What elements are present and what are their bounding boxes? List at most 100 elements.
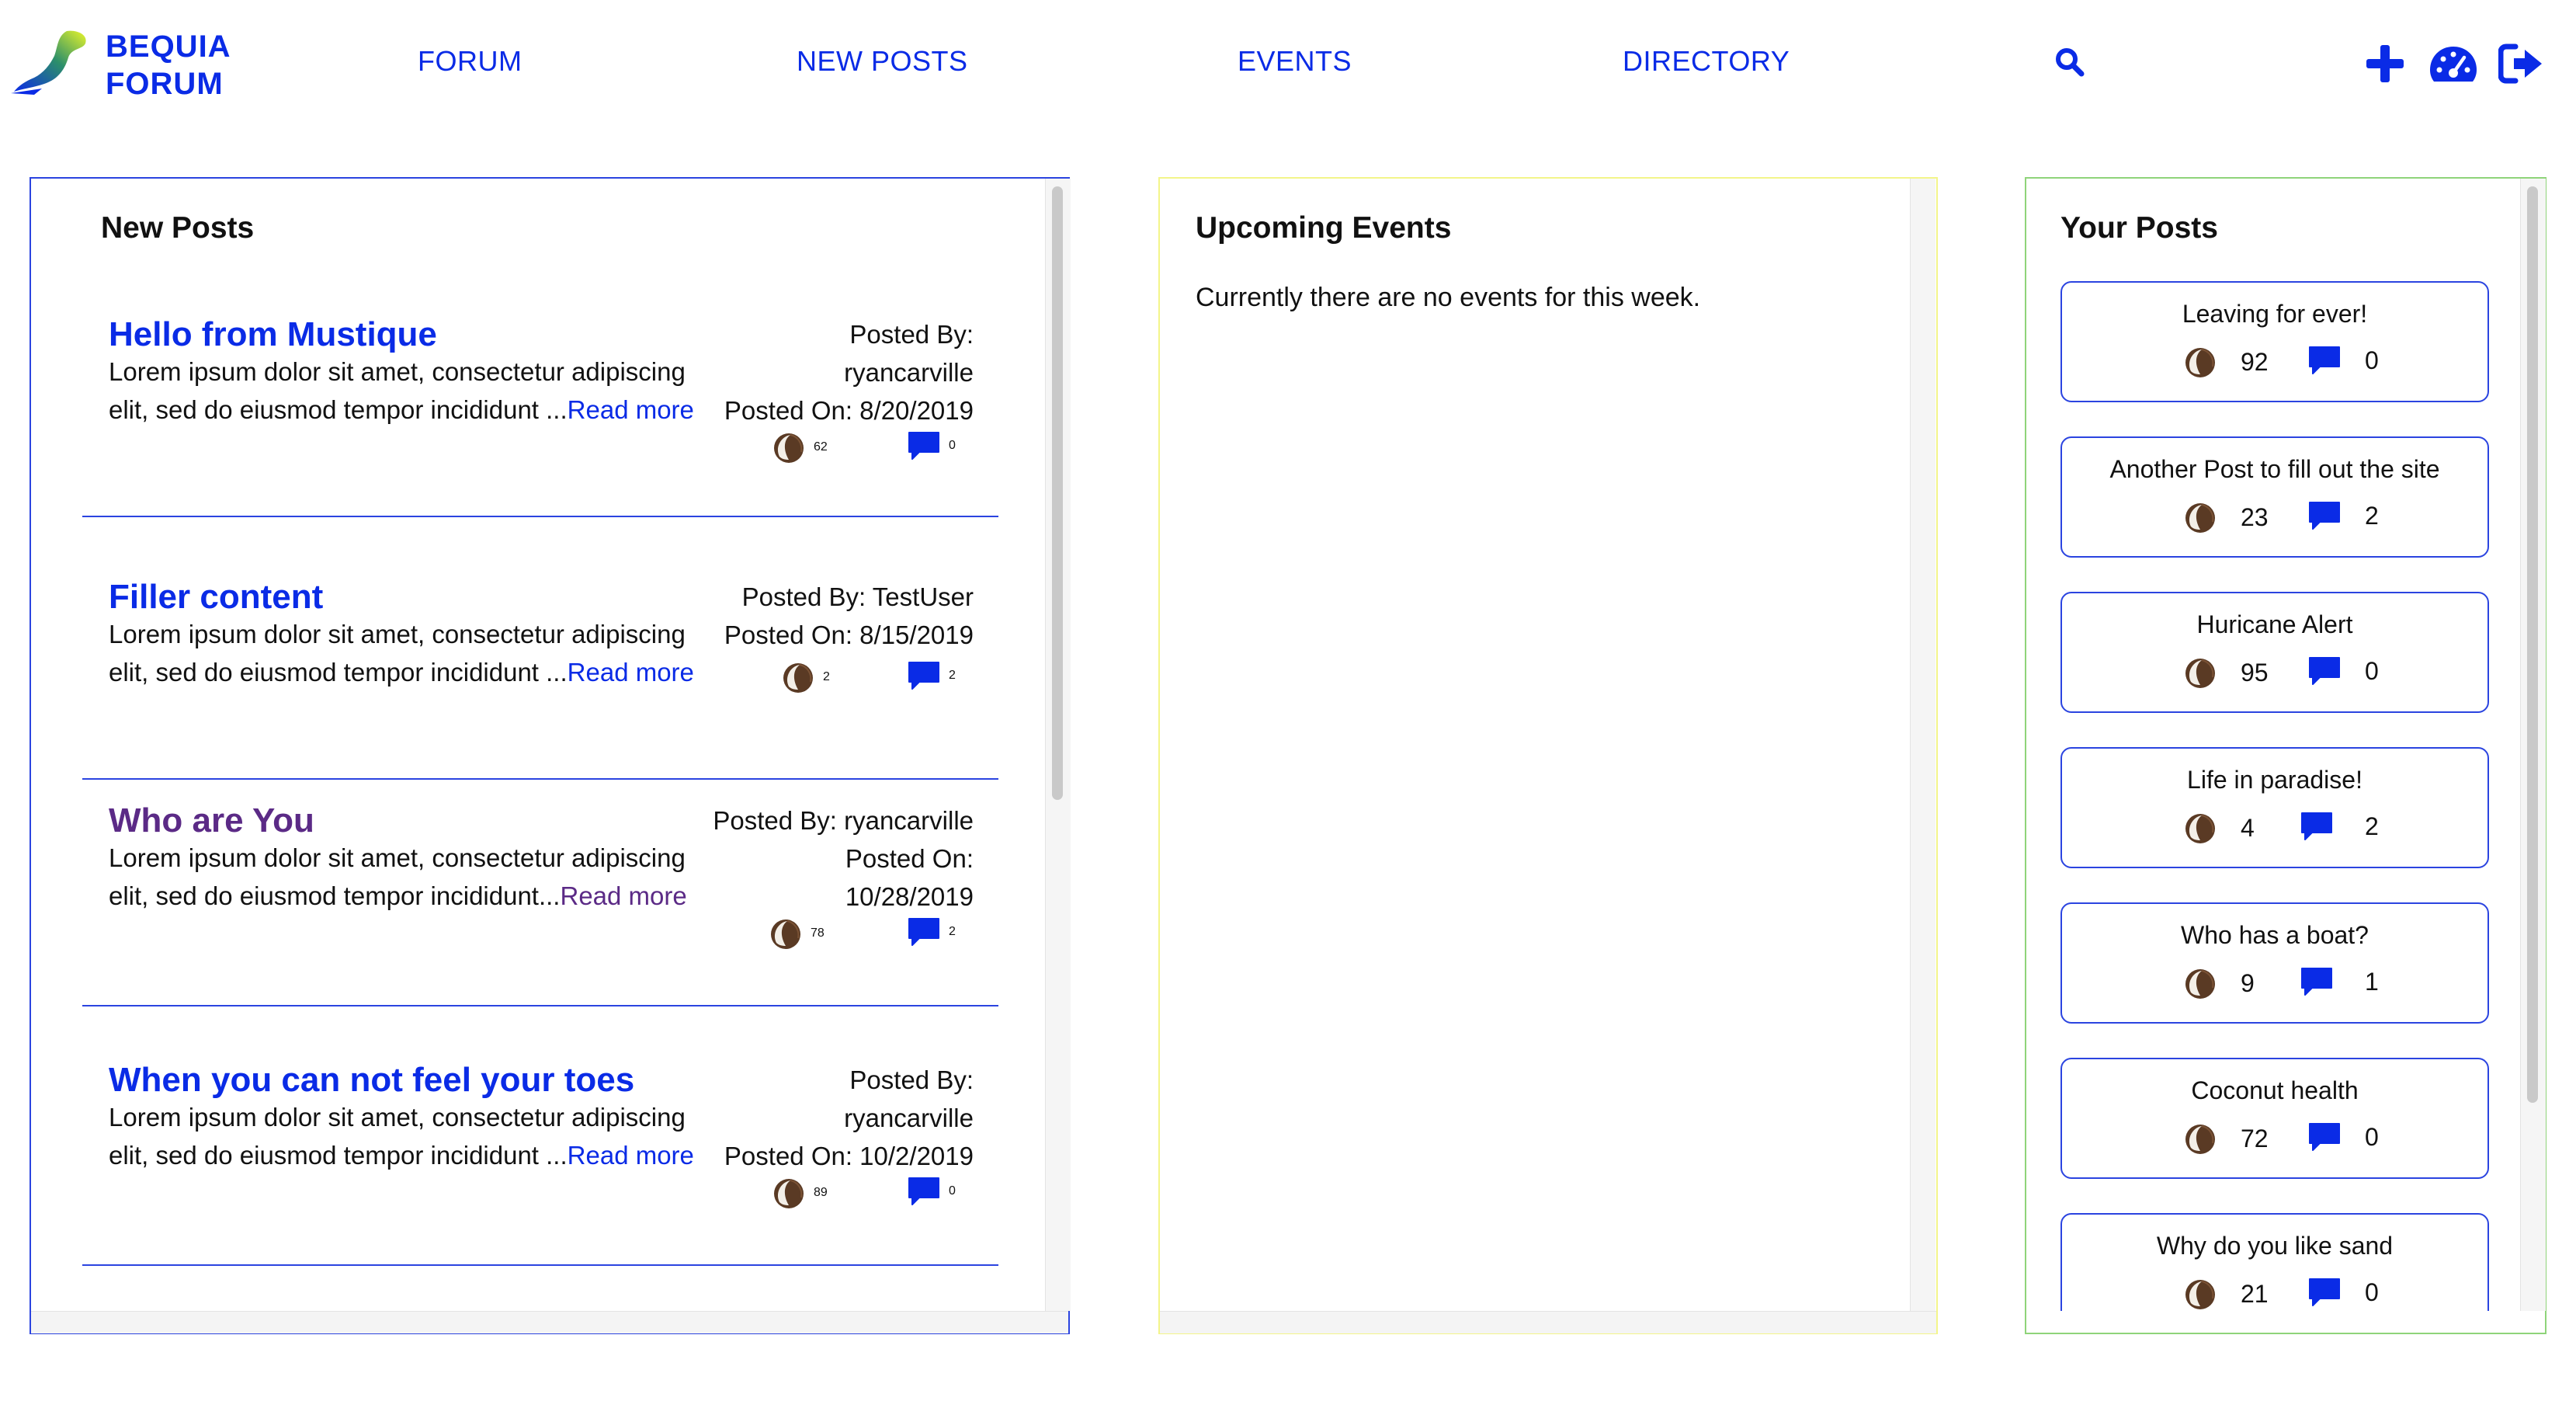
comments-count: 2 <box>949 669 956 682</box>
your-post-title: Who has a boat? <box>2181 921 2369 949</box>
posted-by-label: Posted By: <box>849 1066 974 1094</box>
comments-counter: 0 <box>2307 1121 2379 1152</box>
your-posts-panel: Your Posts Leaving for ever! 92 0 Anothe… <box>2025 177 2546 1334</box>
your-post-card[interactable]: Another Post to fill out the site 23 2 <box>2060 436 2489 558</box>
comment-icon <box>907 916 941 947</box>
posted-on-date: Posted On: 8/15/2019 <box>724 621 974 649</box>
likes-count: 92 <box>2241 347 2269 376</box>
likes-count: 72 <box>2241 1124 2269 1152</box>
comments-count: 0 <box>2365 1122 2379 1151</box>
nav-events[interactable]: EVENTS <box>1238 45 1352 78</box>
comment-icon <box>2307 655 2342 687</box>
post-divider <box>82 1264 998 1266</box>
likes-counter[interactable]: 62 <box>772 430 828 464</box>
nav-forum[interactable]: FORUM <box>418 45 522 78</box>
likes-counter: 21 <box>2183 1277 2269 1311</box>
upcoming-events-heading: Upcoming Events <box>1196 211 1452 245</box>
comments-counter: 1 <box>2300 966 2379 997</box>
comment-icon <box>2300 811 2334 842</box>
posted-on-label: Posted On: <box>845 844 974 873</box>
post-meta: Posted By: ryancarville Posted On: 8/20/… <box>724 315 974 429</box>
likes-count: 89 <box>814 1186 828 1199</box>
comment-icon <box>2300 966 2334 997</box>
post-meta: Posted By: ryancarville Posted On: 10/2/… <box>724 1061 974 1175</box>
post-divider <box>82 778 998 780</box>
likes-counter: 72 <box>2183 1121 2269 1156</box>
plus-icon[interactable] <box>2365 43 2405 84</box>
island-logo-icon <box>11 30 86 95</box>
post-excerpt: Lorem ipsum dolor sit amet, consectetur … <box>109 353 730 429</box>
coconut-icon <box>769 916 803 951</box>
likes-count: 9 <box>2241 968 2255 997</box>
coconut-icon <box>772 430 806 464</box>
likes-counter[interactable]: 78 <box>769 916 825 951</box>
likes-count: 78 <box>811 926 825 940</box>
new-posts-hscrollbar[interactable] <box>31 1311 1068 1333</box>
events-scrollbar[interactable] <box>1910 179 1935 1311</box>
post-divider <box>82 516 998 517</box>
search-icon[interactable] <box>2054 47 2085 78</box>
likes-counter: 9 <box>2183 966 2255 1000</box>
nav-directory[interactable]: DIRECTORY <box>1623 45 1790 78</box>
no-events-message: Currently there are no events for this w… <box>1196 283 1701 312</box>
your-posts-scrollbar[interactable] <box>2520 179 2546 1311</box>
posted-by-user: ryancarville <box>844 1104 974 1132</box>
post-title-link[interactable]: Hello from Mustique <box>109 315 437 354</box>
comments-count: 0 <box>949 1184 956 1198</box>
likes-count: 95 <box>2241 658 2269 687</box>
likes-counter: 23 <box>2183 500 2269 534</box>
comments-counter[interactable]: 2 <box>907 916 956 947</box>
dashboard-icon[interactable] <box>2428 43 2478 84</box>
upcoming-events-panel: Upcoming Events Currently there are no e… <box>1158 177 1938 1334</box>
new-posts-scrollbar-thumb[interactable] <box>1052 186 1063 800</box>
your-post-stats: 23 2 <box>2062 500 2487 536</box>
comments-count: 0 <box>949 439 956 452</box>
likes-counter[interactable]: 89 <box>772 1176 828 1210</box>
comments-count: 2 <box>2365 812 2379 840</box>
coconut-icon <box>2183 345 2217 379</box>
nav-new-posts[interactable]: NEW POSTS <box>797 45 968 78</box>
posted-on-date: 10/28/2019 <box>845 882 974 911</box>
comments-counter[interactable]: 0 <box>907 430 956 461</box>
events-hscrollbar[interactable] <box>1160 1311 1936 1333</box>
comments-counter: 2 <box>2307 500 2379 531</box>
read-more-link[interactable]: Read more <box>568 658 694 687</box>
post-excerpt: Lorem ipsum dolor sit amet, consectetur … <box>109 1098 730 1174</box>
posted-by-user: ryancarville <box>844 358 974 387</box>
read-more-link[interactable]: Read more <box>568 395 694 424</box>
your-post-card[interactable]: Life in paradise! 4 2 <box>2060 747 2489 868</box>
new-posts-scrollbar[interactable] <box>1045 179 1071 1311</box>
read-more-link[interactable]: Read more <box>568 1141 694 1170</box>
comments-counter[interactable]: 2 <box>907 660 956 691</box>
top-nav-bar: BEQUIA FORUM FORUM NEW POSTS EVENTS DIRE… <box>0 0 2576 132</box>
your-post-stats: 4 2 <box>2062 811 2487 847</box>
comments-counter[interactable]: 0 <box>907 1176 956 1207</box>
likes-count: 21 <box>2241 1279 2269 1308</box>
your-posts-scrollbar-thumb[interactable] <box>2527 186 2538 1103</box>
likes-count: 2 <box>823 670 830 683</box>
comments-counter: 0 <box>2307 1277 2379 1308</box>
comments-counter: 0 <box>2307 345 2379 376</box>
post-title-link[interactable]: When you can not feel your toes <box>109 1061 634 1100</box>
posted-on-date: Posted On: 8/20/2019 <box>724 396 974 425</box>
comment-icon <box>907 430 941 461</box>
your-post-title: Life in paradise! <box>2187 766 2362 794</box>
your-post-card[interactable]: Who has a boat? 9 1 <box>2060 902 2489 1024</box>
likes-counter[interactable]: 2 <box>781 660 830 694</box>
post-excerpt: Lorem ipsum dolor sit amet, consectetur … <box>109 839 714 915</box>
likes-counter: 4 <box>2183 811 2255 845</box>
your-post-card[interactable]: Leaving for ever! 92 0 <box>2060 281 2489 402</box>
your-post-card[interactable]: Huricane Alert 95 0 <box>2060 592 2489 713</box>
read-more-link[interactable]: Read more <box>560 881 686 910</box>
site-logo[interactable]: BEQUIA FORUM <box>11 26 244 104</box>
logout-icon[interactable] <box>2498 43 2543 84</box>
your-post-stats: 9 1 <box>2062 966 2487 1002</box>
likes-counter: 95 <box>2183 655 2269 690</box>
your-post-card[interactable]: Why do you like sand 21 0 <box>2060 1213 2489 1311</box>
post-title-link[interactable]: Who are You <box>109 801 314 840</box>
new-posts-panel: New Posts Hello from Mustique Lorem ipsu… <box>30 177 1071 1334</box>
logo-text: BEQUIA FORUM <box>106 28 231 103</box>
your-post-card[interactable]: Coconut health 72 0 <box>2060 1058 2489 1179</box>
post-title-link[interactable]: Filler content <box>109 578 323 617</box>
comment-icon <box>907 1176 941 1207</box>
